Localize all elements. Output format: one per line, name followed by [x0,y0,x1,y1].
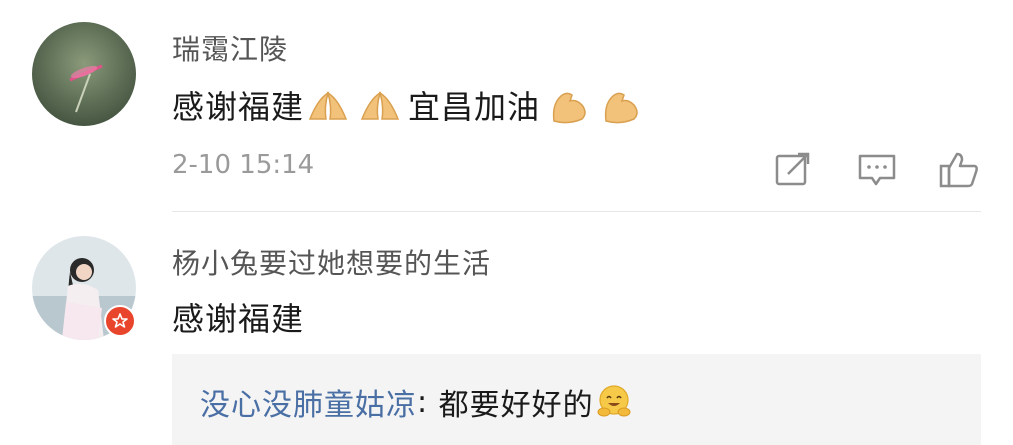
comment-icon [858,154,896,186]
username[interactable]: 杨小兔要过她想要的生活 [172,242,491,282]
vip-badge-icon [112,313,128,328]
comment-text: 感谢福建 宜昌加油 [172,82,650,128]
comment-item-2: 杨小兔要过她想要的生活 感谢福建 没心没肺童姑凉 : 都要好好的 [0,212,1013,445]
comment-item-1: 瑞霭江陵 感谢福建 宜昌加油 2-10 15:14 [0,0,1013,212]
share-icon [775,152,810,186]
comment-text-body: 感谢福建 [172,300,305,338]
share-button[interactable] [772,148,814,190]
like-icon [939,152,978,188]
folded-hands-icon [360,91,400,120]
folded-hands-icon [308,91,348,120]
comment-timestamp: 2-10 15:14 [172,150,315,180]
hugging-face-icon [597,385,631,417]
vip-badge [104,305,136,337]
avatar[interactable] [32,22,136,126]
reply-text: 没心没肺童姑凉 : 都要好好的 [200,380,632,424]
comment-text: 感谢福建 [172,294,304,340]
like-button[interactable] [938,148,980,190]
comment-text-part1: 感谢福建 [172,88,305,126]
avatar-image [32,22,136,126]
comment-text-part2: 宜昌加油 [408,88,541,126]
reply-body: 都要好好的 [428,388,594,423]
comment-button[interactable] [856,148,898,190]
flexed-biceps-icon [552,92,586,124]
flexed-biceps-icon [604,92,638,124]
reply-username[interactable]: 没心没肺童姑凉 [200,380,417,424]
reply-preview[interactable]: 没心没肺童姑凉 : 都要好好的 [172,354,981,445]
username[interactable]: 瑞霭江陵 [172,28,288,68]
reply-separator: : [417,384,429,420]
